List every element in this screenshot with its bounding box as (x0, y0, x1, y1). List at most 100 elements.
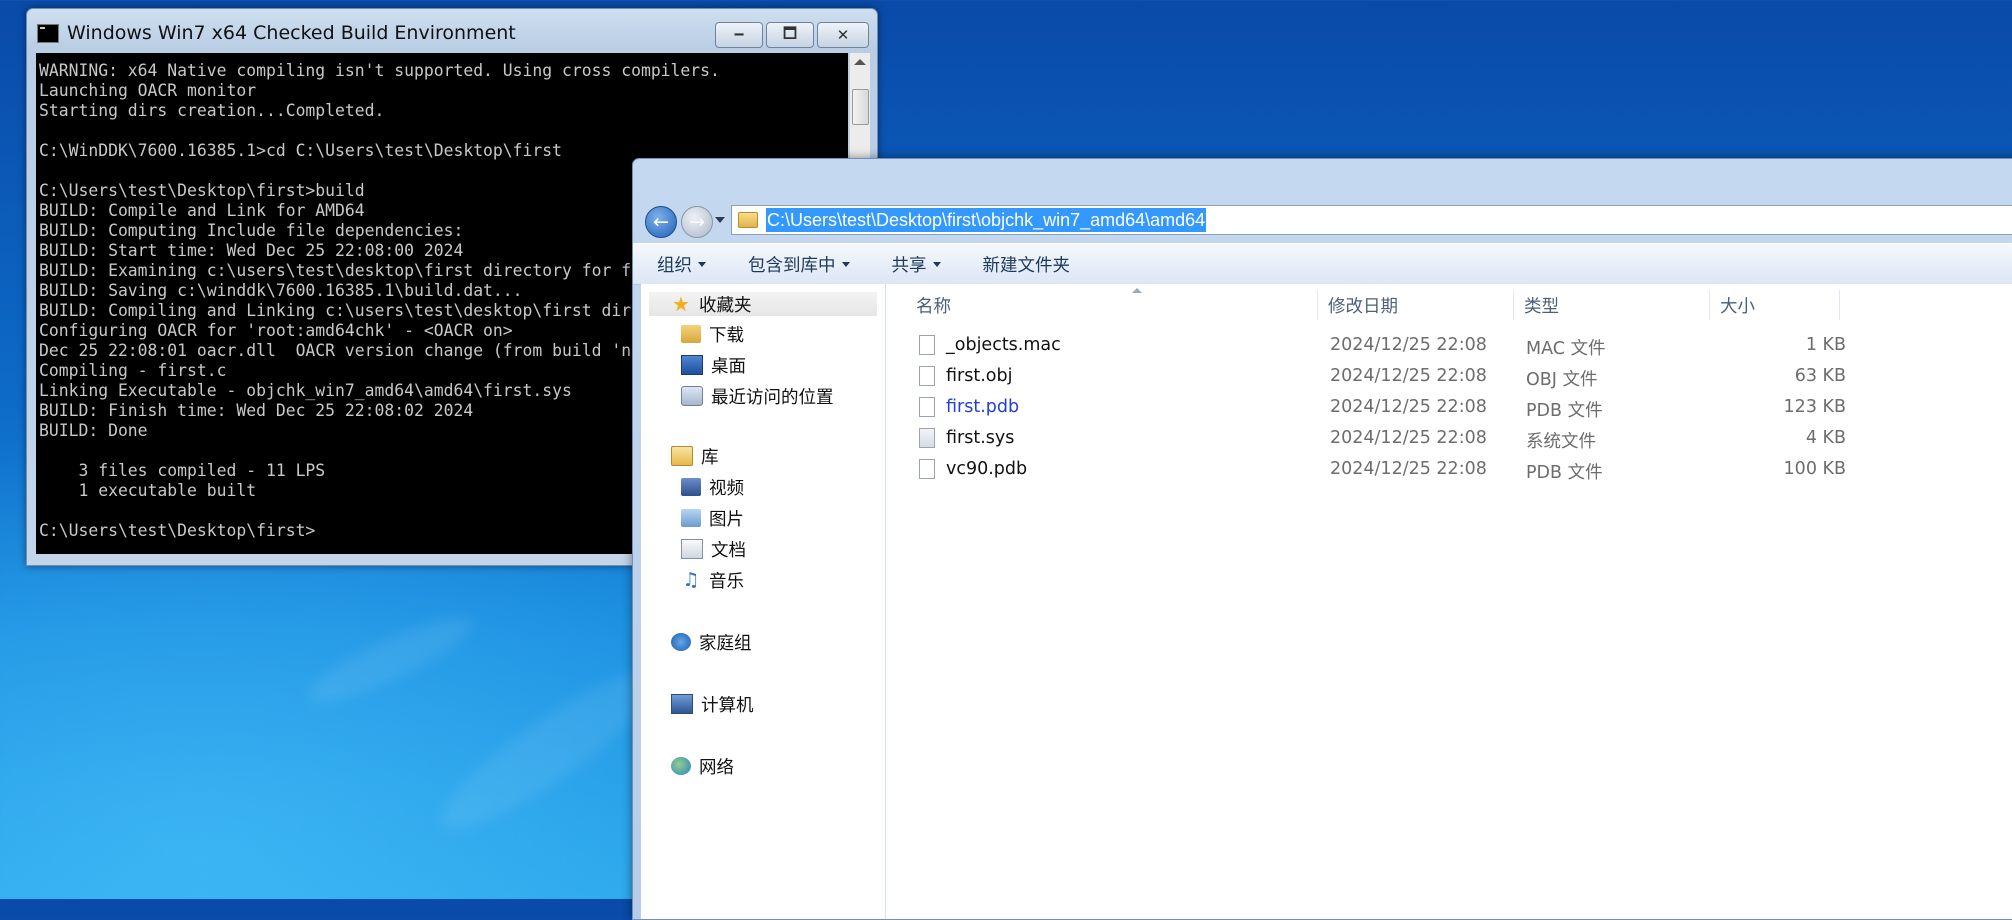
file-icon (919, 335, 935, 355)
nav-label: 下载 (709, 325, 744, 346)
desktop-icon (681, 355, 703, 375)
address-text[interactable]: C:\Users\test\Desktop\first\objchk_win7_… (766, 208, 1207, 232)
sort-arrow-icon (1132, 288, 1142, 293)
file-size: 100 KB (1783, 459, 1846, 479)
nav-computer[interactable]: 计算机 (671, 692, 754, 716)
column-label: 大小 (1720, 296, 1755, 317)
organize-button[interactable]: 组织 (657, 252, 724, 277)
column-label: 类型 (1524, 296, 1559, 317)
cmd-icon (37, 23, 59, 43)
column-header-date[interactable]: 修改日期 (1318, 290, 1514, 320)
file-row[interactable]: _objects.mac 2024/12/25 22:08 MAC 文件 1 K… (886, 331, 1846, 361)
dropdown-caret-icon (698, 261, 706, 267)
file-name: vc90.pdb (946, 459, 1028, 479)
console-title: Windows Win7 x64 Checked Build Environme… (67, 22, 516, 44)
back-arrow-icon: ← (653, 211, 669, 233)
include-library-button[interactable]: 包含到库中 (748, 252, 868, 277)
nav-homegroup[interactable]: 家庭组 (671, 630, 752, 654)
file-icon (919, 459, 935, 479)
file-type: 系统文件 (1526, 432, 1596, 452)
minimize-icon: 🗕 (733, 23, 745, 42)
nav-music[interactable]: ♫ 音乐 (681, 568, 744, 592)
explorer-window[interactable]: ← → C:\Users\test\Desktop\first\objchk_w… (632, 158, 2012, 920)
file-row[interactable]: first.sys 2024/12/25 22:08 系统文件 4 KB (886, 424, 1846, 454)
recent-pages-dropdown[interactable] (715, 217, 725, 223)
computer-icon (671, 694, 693, 714)
file-row[interactable]: vc90.pdb 2024/12/25 22:08 PDB 文件 100 KB (886, 455, 1846, 485)
maximize-button[interactable]: 🗖 (766, 22, 814, 48)
file-size: 63 KB (1794, 366, 1846, 386)
file-name: first.obj (946, 366, 1013, 386)
nav-favorites[interactable]: ★ 收藏夹 (649, 292, 877, 316)
close-icon: ✕ (836, 26, 850, 44)
column-header-size[interactable]: 大小 (1710, 290, 1840, 320)
wallpaper-streak (299, 603, 481, 717)
nav-label: 图片 (709, 509, 744, 530)
nav-recent-places[interactable]: 最近访问的位置 (681, 384, 834, 408)
navigation-pane: ★ 收藏夹 下载 桌面 最近访问的位置 库 视频 图片 文档 ♫ 音乐 家庭组 (641, 284, 886, 919)
file-date: 2024/12/25 22:08 (1330, 428, 1487, 448)
nav-label: 文档 (711, 540, 746, 561)
downloads-folder-icon (681, 325, 701, 343)
include-library-label: 包含到库中 (748, 255, 836, 276)
file-icon (919, 397, 935, 417)
pictures-icon (681, 509, 701, 527)
nav-label: 收藏夹 (699, 295, 752, 316)
nav-label: 家庭组 (699, 633, 752, 654)
file-size: 123 KB (1783, 397, 1846, 417)
file-icon (919, 366, 935, 386)
back-button[interactable]: ← (645, 206, 677, 238)
libraries-icon (671, 446, 693, 466)
star-icon: ★ (672, 292, 690, 316)
file-row[interactable]: first.pdb 2024/12/25 22:08 PDB 文件 123 KB (886, 393, 1846, 423)
maximize-icon: 🗖 (782, 23, 798, 42)
dropdown-caret-icon (841, 261, 850, 267)
file-name: first.pdb (946, 397, 1020, 417)
nav-label: 计算机 (701, 695, 754, 716)
column-header-type[interactable]: 类型 (1514, 290, 1710, 320)
nav-network[interactable]: 网络 (671, 754, 734, 778)
console-text: WARNING: x64 Native compiling isn't supp… (39, 61, 720, 540)
nav-videos[interactable]: 视频 (681, 475, 744, 499)
file-date: 2024/12/25 22:08 (1330, 459, 1487, 479)
column-header-name[interactable]: 名称 (906, 288, 1318, 320)
nav-desktop[interactable]: 桌面 (681, 353, 746, 377)
new-folder-label: 新建文件夹 (982, 255, 1071, 276)
nav-label: 音乐 (709, 571, 744, 592)
system-file-icon (919, 428, 935, 448)
file-type: OBJ 文件 (1526, 370, 1598, 390)
network-icon (671, 757, 691, 775)
column-label: 名称 (916, 296, 951, 317)
file-type: MAC 文件 (1526, 339, 1606, 359)
file-name: first.sys (946, 428, 1015, 448)
nav-documents[interactable]: 文档 (681, 537, 746, 561)
share-label: 共享 (891, 255, 927, 276)
console-titlebar: Windows Win7 x64 Checked Build Environme… (37, 21, 516, 45)
forward-button[interactable]: → (681, 206, 713, 238)
nav-label: 网络 (699, 757, 734, 778)
share-button[interactable]: 共享 (892, 252, 959, 277)
column-label: 修改日期 (1328, 296, 1398, 317)
recent-places-icon (681, 386, 703, 406)
command-bar: 组织 包含到库中 共享 新建文件夹 (633, 243, 2012, 285)
file-size: 4 KB (1805, 428, 1846, 448)
new-folder-button[interactable]: 新建文件夹 (983, 252, 1089, 277)
nav-label: 视频 (709, 478, 744, 499)
organize-label: 组织 (657, 255, 692, 276)
nav-libraries[interactable]: 库 (671, 444, 719, 468)
close-button[interactable]: ✕ (817, 22, 869, 48)
minimize-button[interactable]: 🗕 (715, 22, 763, 48)
forward-arrow-icon: → (689, 211, 705, 233)
file-date: 2024/12/25 22:08 (1330, 397, 1487, 417)
scroll-thumb[interactable] (852, 89, 869, 125)
file-size: 1 KB (1805, 335, 1846, 355)
nav-pictures[interactable]: 图片 (681, 506, 744, 530)
file-date: 2024/12/25 22:08 (1330, 366, 1487, 386)
nav-downloads[interactable]: 下载 (681, 322, 744, 346)
music-icon: ♫ (682, 569, 700, 591)
nav-label: 桌面 (711, 356, 746, 377)
file-row[interactable]: first.obj 2024/12/25 22:08 OBJ 文件 63 KB (886, 362, 1846, 392)
scroll-up-icon[interactable] (854, 59, 866, 65)
file-list[interactable]: 名称 修改日期 类型 大小 _objects.mac 2024/12/25 22… (886, 284, 2012, 919)
address-bar[interactable]: C:\Users\test\Desktop\first\objchk_win7_… (731, 205, 2012, 235)
